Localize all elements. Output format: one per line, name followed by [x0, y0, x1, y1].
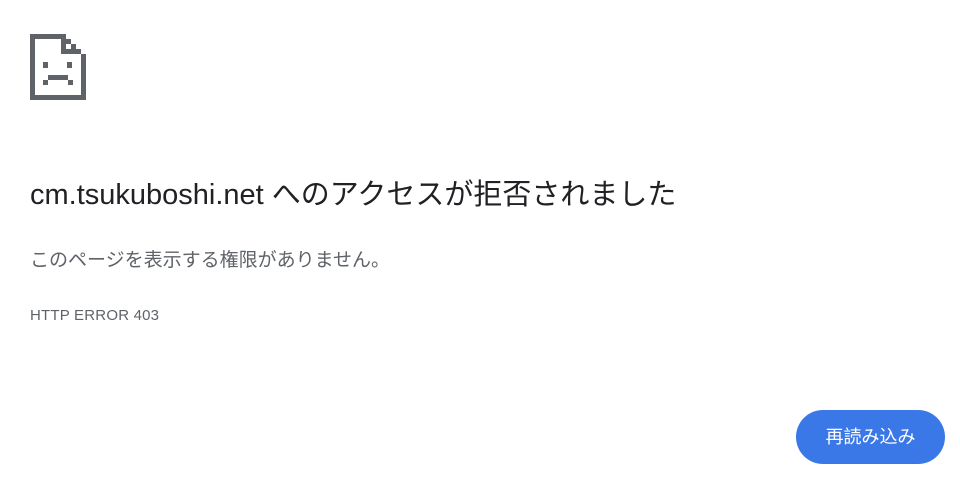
blocked-domain: cm.tsukuboshi.net [30, 179, 264, 211]
page-title-suffix: へのアクセスが拒否されました [263, 179, 677, 211]
page-title: cm.tsukuboshi.net へのアクセスが拒否されました [30, 176, 676, 214]
reload-button[interactable]: 再読み込み [796, 410, 945, 464]
sad-page-icon [30, 34, 86, 100]
error-message: このページを表示する権限がありません。 [30, 250, 391, 271]
error-code: HTTP ERROR 403 [30, 307, 160, 324]
